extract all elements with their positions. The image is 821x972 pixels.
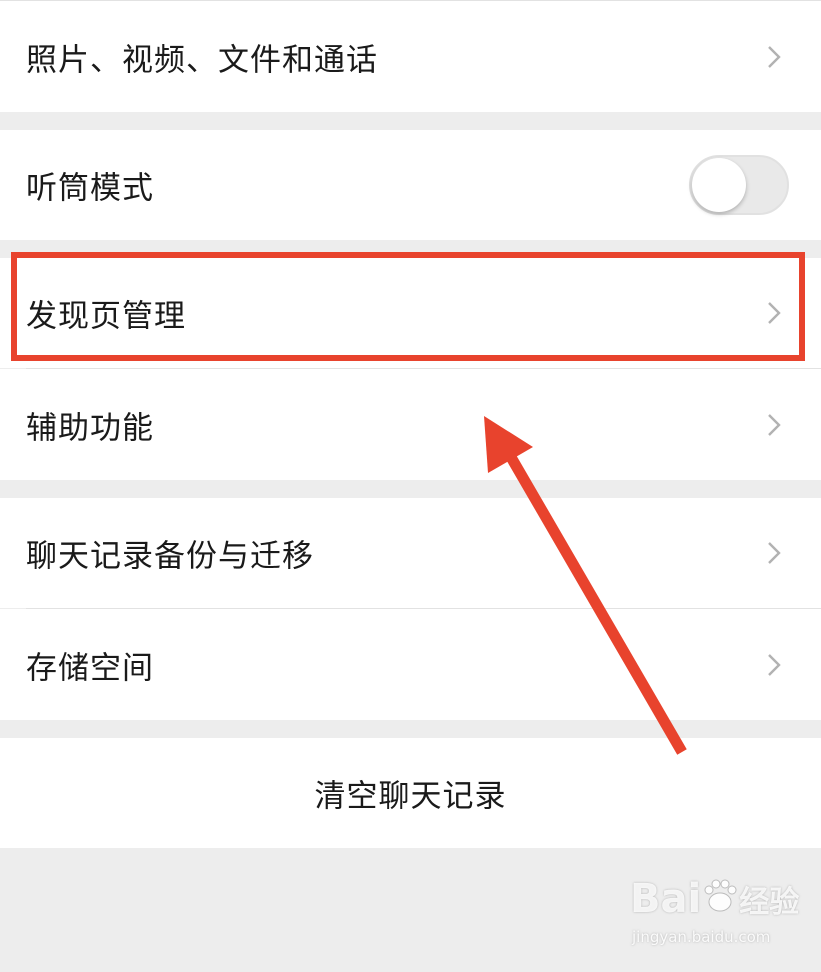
clear-chat-history-button[interactable]: 清空聊天记录 xyxy=(0,738,821,848)
settings-row-label: 发现页管理 xyxy=(26,298,186,335)
toggle-knob xyxy=(692,158,746,212)
settings-row-label: 辅助功能 xyxy=(26,410,154,446)
settings-row-label: 听筒模式 xyxy=(26,170,154,207)
watermark-url: jingyan.baidu.com xyxy=(632,928,771,946)
settings-row-discover-management[interactable]: 发现页管理 xyxy=(0,258,821,368)
chevron-right-icon xyxy=(768,653,781,676)
watermark-brand-suffix: 经验 xyxy=(739,885,800,920)
settings-row-earpiece-mode: 听筒模式 xyxy=(0,130,821,240)
settings-row-accessibility[interactable]: 辅助功能 xyxy=(0,369,821,480)
settings-row-label: 照片、视频、文件和通话 xyxy=(26,42,378,78)
watermark-brand: Bai 经验 xyxy=(630,876,799,922)
chevron-right-icon xyxy=(768,413,781,436)
clear-chat-history-label: 清空聊天记录 xyxy=(314,778,507,815)
baidu-watermark: Bai 经验 jingyan.baidu.com xyxy=(620,870,800,960)
settings-row-storage[interactable]: 存储空间 xyxy=(0,609,821,720)
chevron-right-icon xyxy=(768,542,781,564)
earpiece-mode-toggle[interactable] xyxy=(689,155,789,215)
paw-icon xyxy=(704,879,737,912)
settings-row-label: 聊天记录备份与迁移 xyxy=(26,538,314,575)
chevron-right-icon xyxy=(768,302,781,324)
watermark-brand-text: Bai xyxy=(630,876,702,922)
settings-row-chat-backup-migration[interactable]: 聊天记录备份与迁移 xyxy=(0,498,821,608)
settings-row-media-calls[interactable]: 照片、视频、文件和通话 xyxy=(0,0,821,112)
chevron-right-icon xyxy=(768,45,781,68)
settings-row-label: 存储空间 xyxy=(26,650,154,686)
